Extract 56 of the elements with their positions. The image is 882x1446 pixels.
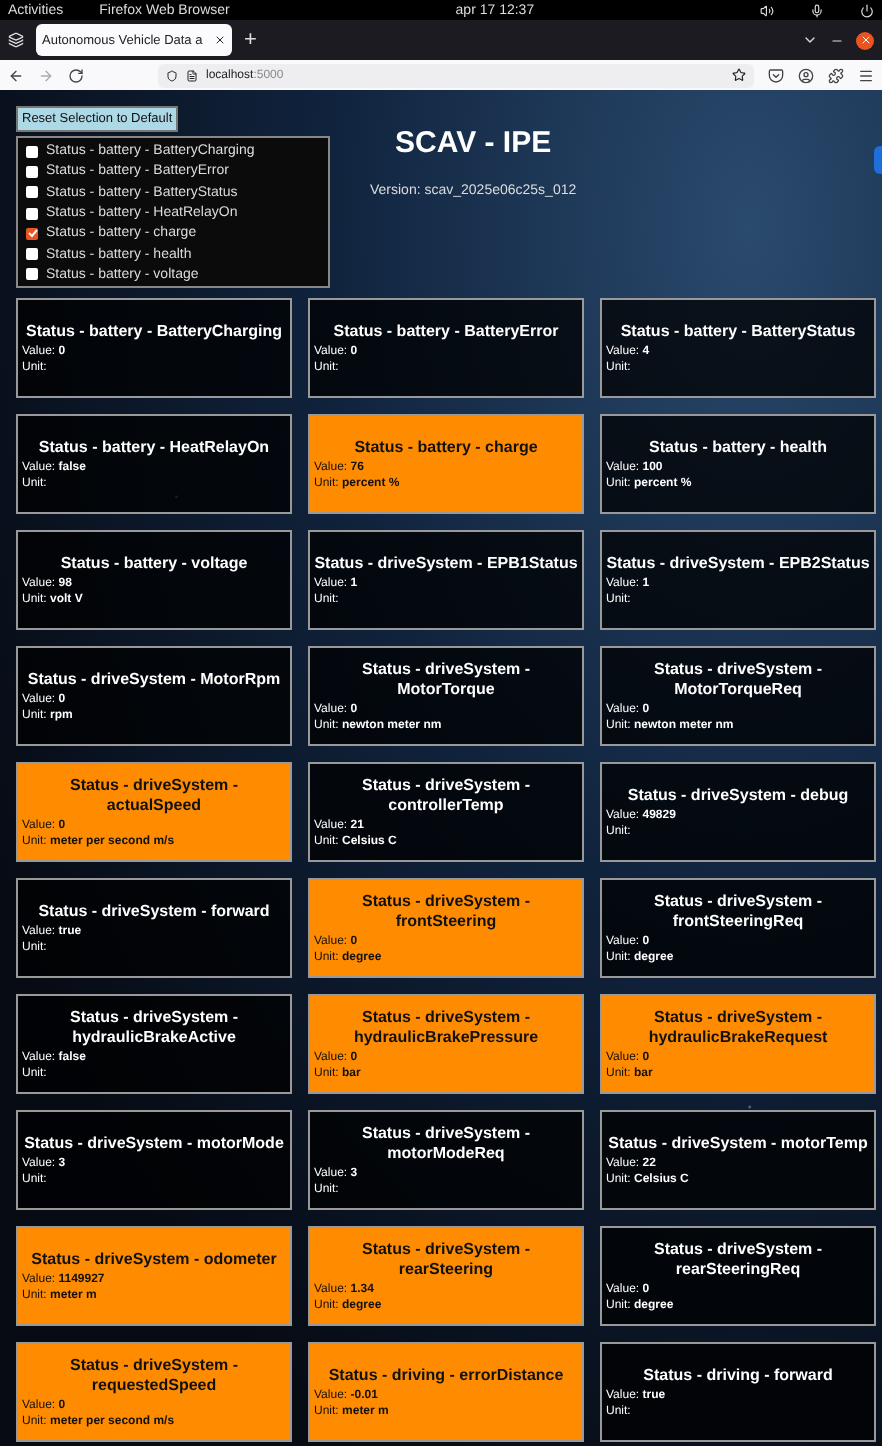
card-title: Status - driveSystem - rearSteering [359,1239,533,1279]
close-icon [859,34,871,46]
checkbox[interactable] [26,227,38,240]
card-title: Status - battery - BatteryCharging [23,321,285,341]
card-title: Status - driveSystem - actualSpeed [67,775,241,815]
card-title: Status - battery - BatteryStatus [618,321,858,341]
card-title: Status - driveSystem - requestedSpeed [67,1355,241,1395]
microphone-icon[interactable] [810,3,825,17]
shield-icon[interactable] [166,69,178,81]
checkbox[interactable] [26,165,38,178]
close-icon[interactable] [214,34,226,46]
card-title: Status - driveSystem - frontSteering [359,891,533,931]
card-title: Status - driveSystem - frontSteeringReq [651,891,825,931]
volume-icon[interactable] [760,3,775,17]
card-title: Status - driveSystem - EPB2Status [606,553,870,573]
card-title: Status - driveSystem - motorTemp [606,1133,870,1153]
card-title: Status - driveSystem - MotorTorqueReq [651,659,825,699]
card-title: Status - driveSystem - hydraulicBrakePressure [351,1007,541,1047]
checkbox[interactable] [26,268,38,281]
card-title: Status - driveSystem - forward [36,901,272,921]
checkbox[interactable] [26,207,38,220]
card-title: Status - driveSystem - controllerTemp [359,775,533,815]
card-title: Status - driveSystem - debug [625,785,851,805]
card-title: Status - driveSystem - odometer [29,1249,279,1269]
card-title: Status - driveSystem - MotorTorque [359,659,533,699]
card-title: Status - driving - errorDistance [326,1365,566,1385]
pocket-icon[interactable] [768,67,784,83]
menu-icon[interactable] [858,67,874,83]
checkbox[interactable] [26,248,38,261]
tab-list-icon[interactable] [8,32,24,48]
page-icon[interactable] [186,69,198,81]
card-title: Status - driveSystem - EPB1Status [314,553,578,573]
card-title: Status - driveSystem - motorModeReq [359,1123,533,1163]
extensions-icon[interactable] [828,67,844,83]
new-tab-button[interactable]: + [244,28,257,52]
checkbox[interactable] [26,145,38,158]
back-icon[interactable] [8,67,24,83]
card-title: Status - driveSystem - rearSteeringReq [651,1239,825,1279]
page-title: SCAV - IPE [395,126,552,160]
card-title: Status - driveSystem - MotorRpm [25,669,283,689]
star-icon[interactable] [732,68,746,82]
card-title: Status - driveSystem - hydraulicBrakeRequest [646,1007,830,1047]
card-title: Status - battery - BatteryError [331,321,561,341]
power-icon[interactable] [860,3,875,17]
card-title: Status - battery - health [647,437,829,457]
close-window-button[interactable] [856,31,874,49]
reload-icon[interactable] [68,67,84,83]
card-title: Status - driveSystem - motorMode [22,1133,286,1153]
card-title: Status - battery - charge [352,437,540,457]
card-title: Status - battery - voltage [58,553,250,573]
card-title: Status - driving - forward [641,1365,835,1385]
account-icon[interactable] [798,67,814,83]
checkbox[interactable] [26,186,38,199]
card-title: Status - battery - HeatRelayOn [36,437,272,457]
chevron-icon[interactable] [802,32,818,48]
card-title: Status - driveSystem - hydraulicBrakeActive [67,1007,241,1047]
